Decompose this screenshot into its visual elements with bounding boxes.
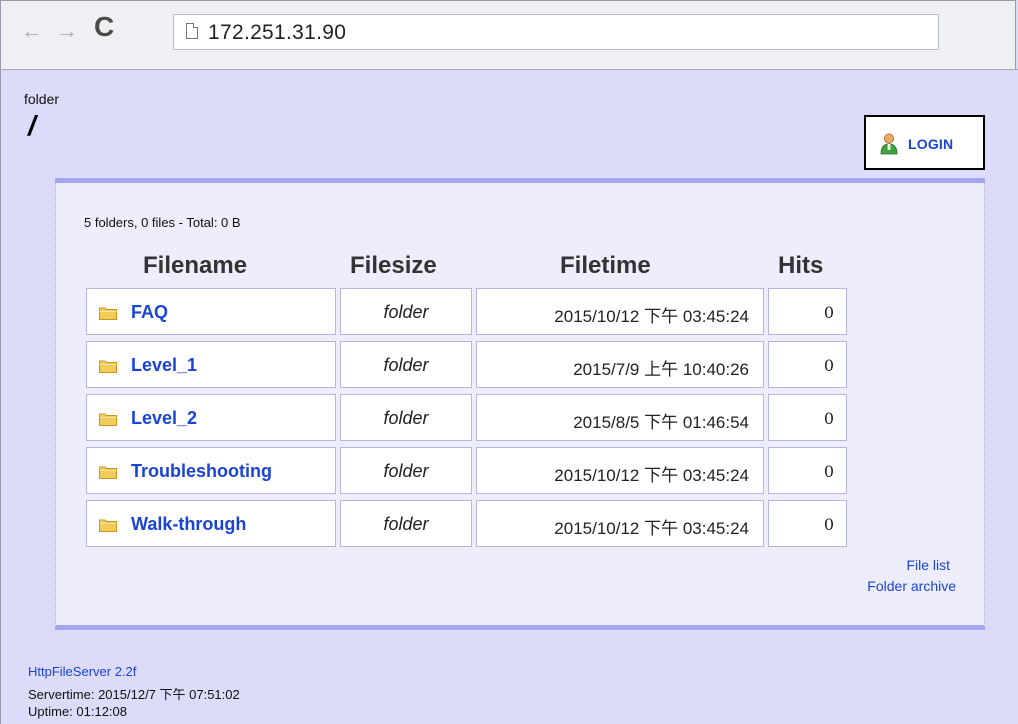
browser-toolbar: ← → C 172.251.31.90 <box>0 0 1016 70</box>
folder-label: folder <box>24 91 60 107</box>
folder-icon <box>99 413 117 426</box>
column-header-hits[interactable]: Hits <box>778 252 823 280</box>
hits-text: 0 <box>823 303 834 322</box>
login-label[interactable]: LOGIN <box>908 136 953 152</box>
hits-text: 0 <box>823 356 834 375</box>
filetime-text: 2015/10/12 下午 03:45:24 <box>554 307 749 326</box>
user-icon <box>880 133 898 155</box>
login-button[interactable]: LOGIN <box>864 115 985 170</box>
filesize-cell: folder <box>340 447 472 494</box>
hits-text: 0 <box>823 462 834 481</box>
folder-link[interactable]: Walk-through <box>131 514 246 535</box>
current-path: / <box>28 110 36 141</box>
filetime-text: 2015/8/5 下午 01:46:54 <box>573 413 749 432</box>
filesize-cell: folder <box>340 394 472 441</box>
panel-bottom-border <box>55 625 985 630</box>
filetime-cell: 2015/10/12 下午 03:45:24 <box>476 288 764 335</box>
folder-link[interactable]: FAQ <box>131 302 168 323</box>
reload-icon[interactable]: C <box>94 13 114 41</box>
file-list-link[interactable]: File list <box>906 557 950 573</box>
filetime-cell: 2015/10/12 下午 03:45:24 <box>476 500 764 547</box>
filesize-cell: folder <box>340 341 472 388</box>
filename-cell: Troubleshooting <box>86 447 336 494</box>
folder-link[interactable]: Level_1 <box>131 355 197 376</box>
hits-text: 0 <box>823 515 834 534</box>
filesize-text: folder <box>383 302 429 322</box>
filesize-text: folder <box>383 355 429 375</box>
filetime-cell: 2015/8/5 下午 01:46:54 <box>476 394 764 441</box>
panel-top-border <box>55 178 985 183</box>
hits-cell: 0 <box>768 500 847 547</box>
page-icon <box>186 23 198 39</box>
server-link[interactable]: HttpFileServer 2.2f <box>28 664 136 679</box>
folder-icon <box>99 466 117 479</box>
folder-archive-link[interactable]: Folder archive <box>867 578 956 594</box>
filename-cell: Level_1 <box>86 341 336 388</box>
folder-summary: 5 folders, 0 files - Total: 0 B <box>84 215 241 230</box>
filesize-text: folder <box>383 408 429 428</box>
hits-cell: 0 <box>768 394 847 441</box>
column-header-filename[interactable]: Filename <box>143 252 247 280</box>
url-text[interactable]: 172.251.31.90 <box>208 21 346 45</box>
filetime-text: 2015/10/12 下午 03:45:24 <box>554 466 749 485</box>
servertime-text: Servertime: 2015/12/7 下午 07:51:02 <box>28 687 240 702</box>
column-header-filesize[interactable]: Filesize <box>350 252 437 280</box>
uptime-text: Uptime: 01:12:08 <box>28 704 128 719</box>
filename-cell: FAQ <box>86 288 336 335</box>
folder-icon <box>99 307 117 320</box>
back-arrow-icon[interactable]: ← <box>21 19 43 43</box>
folder-link[interactable]: Level_2 <box>131 408 197 429</box>
filetime-text: 2015/10/12 下午 03:45:24 <box>554 519 749 538</box>
filename-cell: Walk-through <box>86 500 336 547</box>
toolbar-divider <box>0 69 1018 70</box>
filename-cell: Level_2 <box>86 394 336 441</box>
hits-cell: 0 <box>768 288 847 335</box>
window-left-border <box>0 70 1 724</box>
folder-icon <box>99 360 117 373</box>
hits-text: 0 <box>823 409 834 428</box>
filetime-cell: 2015/10/12 下午 03:45:24 <box>476 447 764 494</box>
column-header-filetime[interactable]: Filetime <box>560 252 651 280</box>
filesize-cell: folder <box>340 288 472 335</box>
filetime-text: 2015/7/9 上午 10:40:26 <box>573 360 749 379</box>
hits-cell: 0 <box>768 341 847 388</box>
forward-arrow-icon[interactable]: → <box>56 19 78 43</box>
filesize-cell: folder <box>340 500 472 547</box>
filesize-text: folder <box>383 514 429 534</box>
filetime-cell: 2015/7/9 上午 10:40:26 <box>476 341 764 388</box>
filesize-text: folder <box>383 461 429 481</box>
address-bar[interactable]: 172.251.31.90 <box>173 14 939 50</box>
folder-icon <box>99 519 117 532</box>
folder-link[interactable]: Troubleshooting <box>131 461 272 482</box>
hits-cell: 0 <box>768 447 847 494</box>
